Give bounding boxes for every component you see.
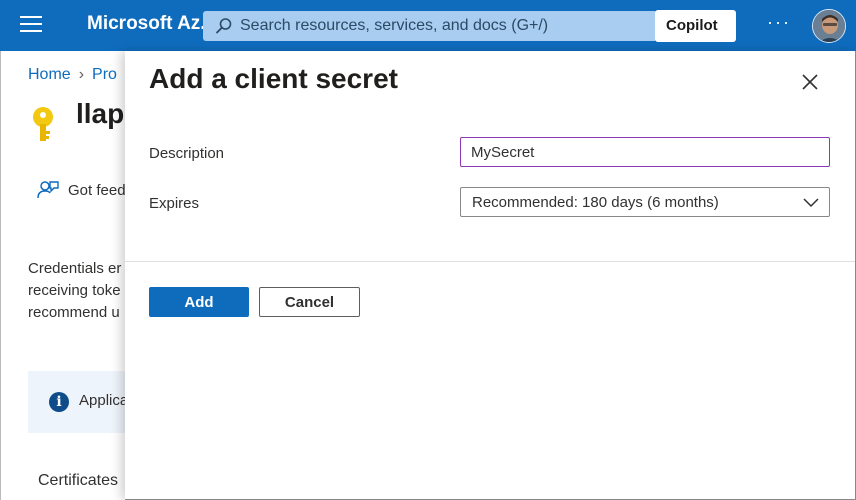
cancel-button[interactable]: Cancel bbox=[259, 287, 360, 317]
description-label: Description bbox=[149, 145, 225, 162]
expires-label: Expires bbox=[149, 195, 200, 212]
description-input[interactable] bbox=[460, 137, 830, 167]
add-button[interactable]: Add bbox=[149, 287, 249, 317]
breadcrumb-item[interactable]: Pro bbox=[92, 66, 117, 83]
add-client-secret-panel: Add a client secret Description Expires … bbox=[125, 51, 856, 500]
background-page: Home › Pro llap Got feed Credentials er re… bbox=[0, 51, 128, 500]
search-placeholder: Search resources, services, and docs (G+… bbox=[240, 17, 549, 34]
expires-selected-value: Recommended: 180 days (6 months) bbox=[472, 194, 719, 211]
close-icon[interactable] bbox=[799, 71, 821, 93]
feedback-icon bbox=[37, 181, 59, 199]
feedback-label: Got feed bbox=[68, 182, 126, 199]
expires-dropdown[interactable]: Recommended: 180 days (6 months) bbox=[460, 187, 830, 217]
key-icon bbox=[33, 107, 53, 141]
description-line: recommend u bbox=[28, 304, 120, 321]
avatar-image bbox=[813, 10, 845, 42]
info-banner-text: Applica bbox=[79, 392, 129, 409]
chevron-down-icon bbox=[803, 198, 819, 208]
info-banner: i Applica bbox=[28, 371, 128, 433]
divider bbox=[125, 261, 855, 262]
avatar[interactable] bbox=[812, 9, 846, 43]
breadcrumb-home[interactable]: Home bbox=[28, 66, 71, 83]
copilot-label: Copilot bbox=[666, 17, 718, 34]
search-icon bbox=[216, 18, 232, 34]
copilot-button[interactable]: Copilot bbox=[655, 10, 736, 42]
top-bar: Microsoft Az... Search resources, servic… bbox=[0, 0, 856, 51]
breadcrumb-separator-icon: › bbox=[78, 66, 85, 83]
description-line: Credentials er bbox=[28, 260, 122, 277]
hamburger-icon[interactable] bbox=[20, 16, 42, 34]
search-box[interactable]: Search resources, services, and docs (G+… bbox=[203, 11, 657, 41]
info-icon: i bbox=[49, 392, 69, 412]
more-options-button[interactable]: ··· bbox=[767, 12, 791, 33]
tab-certificates[interactable]: Certificates bbox=[38, 472, 118, 490]
portal-brand[interactable]: Microsoft Az... bbox=[87, 13, 216, 35]
breadcrumb: Home › Pro bbox=[28, 66, 117, 84]
page-title: llap bbox=[76, 98, 125, 129]
panel-title: Add a client secret bbox=[149, 63, 398, 94]
description-line: receiving toke bbox=[28, 282, 121, 299]
